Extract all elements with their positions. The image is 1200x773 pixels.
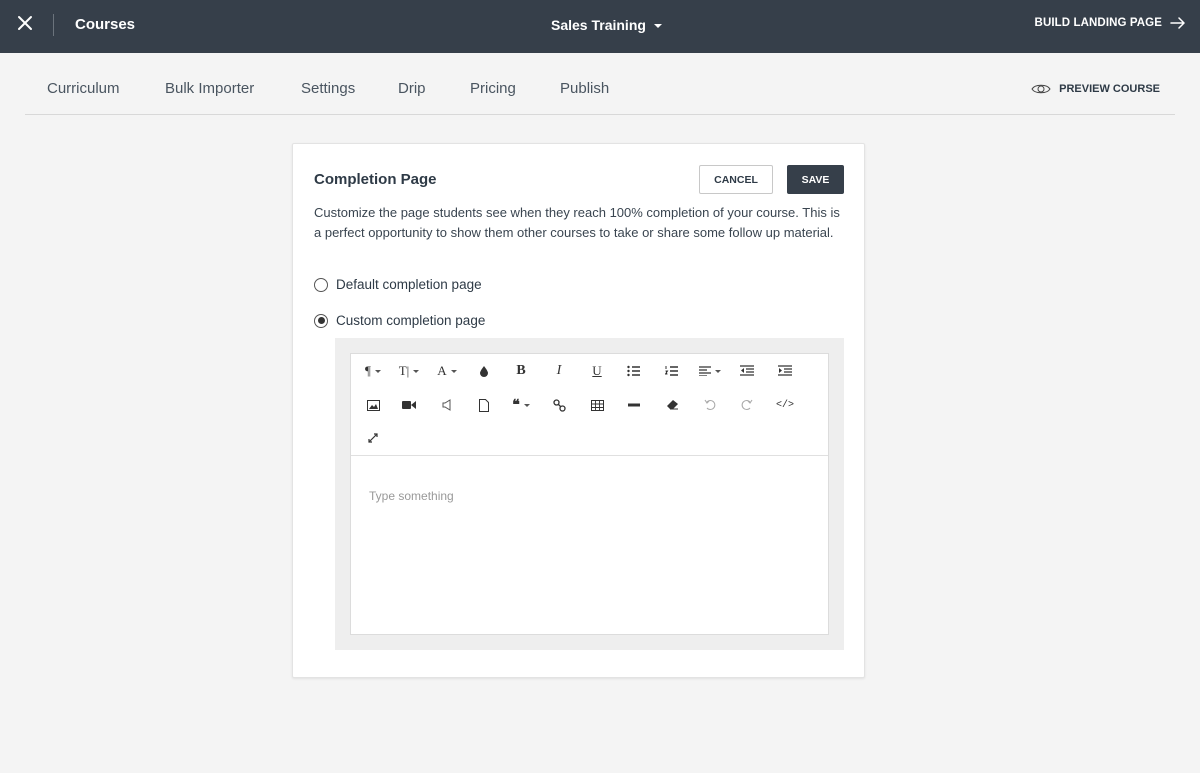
video-icon[interactable]	[395, 394, 423, 416]
build-landing-page-button[interactable]: BUILD LANDING PAGE	[1035, 17, 1186, 29]
numbered-list-icon[interactable]	[658, 360, 686, 382]
clear-format-icon[interactable]	[658, 394, 686, 416]
font-family-icon[interactable]: A	[433, 360, 461, 382]
course-selector[interactable]: Sales Training	[551, 17, 662, 33]
tab-bulk-importer[interactable]: Bulk Importer	[165, 80, 254, 97]
paragraph-format-icon[interactable]: ¶	[359, 360, 387, 382]
option-label: Custom completion page	[336, 313, 486, 328]
cancel-button[interactable]: CANCEL	[699, 165, 773, 194]
course-name: Sales Training	[551, 17, 646, 33]
outdent-icon[interactable]	[733, 360, 761, 382]
radio-custom[interactable]	[314, 313, 328, 328]
chevron-down-icon	[653, 24, 662, 28]
audio-icon[interactable]	[433, 394, 461, 416]
horizontal-line-icon[interactable]	[620, 394, 648, 416]
font-size-icon[interactable]: T|	[395, 360, 423, 382]
card-heading: Completion Page	[314, 171, 437, 188]
preview-course-button[interactable]: PREVIEW COURSE	[1031, 82, 1160, 96]
undo-icon[interactable]	[696, 394, 724, 416]
tab-pricing[interactable]: Pricing	[470, 80, 516, 97]
tab-drip[interactable]: Drip	[398, 80, 426, 97]
editor-container: ¶ T| A B I U ❝ </> Type something	[335, 338, 844, 650]
color-icon[interactable]	[470, 360, 498, 382]
editor-placeholder: Type something	[369, 489, 454, 503]
image-icon[interactable]	[359, 394, 387, 416]
italic-icon[interactable]: I	[545, 360, 573, 382]
link-icon[interactable]	[545, 394, 573, 416]
option-custom-completion[interactable]: Custom completion page	[314, 313, 485, 328]
radio-default[interactable]	[314, 277, 328, 292]
rich-text-editor[interactable]: ¶ T| A B I U ❝ </> Type something	[350, 353, 829, 635]
editor-toolbar: ¶ T| A B I U ❝ </>	[351, 354, 828, 456]
tab-curriculum[interactable]: Curriculum	[47, 80, 120, 97]
align-icon[interactable]	[696, 360, 724, 382]
code-view-icon[interactable]: </>	[771, 394, 799, 416]
eye-icon	[1031, 84, 1051, 94]
option-default-completion[interactable]: Default completion page	[314, 277, 482, 292]
completion-page-card: Completion Page CANCEL SAVE Customize th…	[292, 143, 865, 678]
arrow-right-icon	[1170, 17, 1185, 29]
table-icon[interactable]	[583, 394, 611, 416]
quote-icon[interactable]: ❝	[507, 394, 535, 416]
build-landing-page-label: BUILD LANDING PAGE	[1034, 17, 1162, 29]
indent-icon[interactable]	[771, 360, 799, 382]
close-icon[interactable]	[14, 12, 36, 34]
tab-settings[interactable]: Settings	[301, 80, 355, 97]
course-tabs: Curriculum Bulk Importer Settings Drip P…	[25, 53, 1175, 115]
fullscreen-icon[interactable]	[359, 427, 387, 449]
app-title[interactable]: Courses	[75, 16, 135, 33]
topbar-divider	[53, 14, 54, 36]
card-description: Customize the page students see when the…	[314, 205, 840, 240]
tab-publish[interactable]: Publish	[560, 80, 609, 97]
underline-icon[interactable]: U	[583, 360, 611, 382]
option-label: Default completion page	[336, 277, 482, 292]
top-bar: Courses Sales Training BUILD LANDING PAG…	[0, 0, 1200, 53]
bullet-list-icon[interactable]	[620, 360, 648, 382]
redo-icon[interactable]	[733, 394, 761, 416]
bold-icon[interactable]: B	[507, 360, 535, 382]
save-button[interactable]: SAVE	[787, 165, 844, 194]
preview-course-label: PREVIEW COURSE	[1059, 83, 1160, 95]
file-icon[interactable]	[470, 394, 498, 416]
